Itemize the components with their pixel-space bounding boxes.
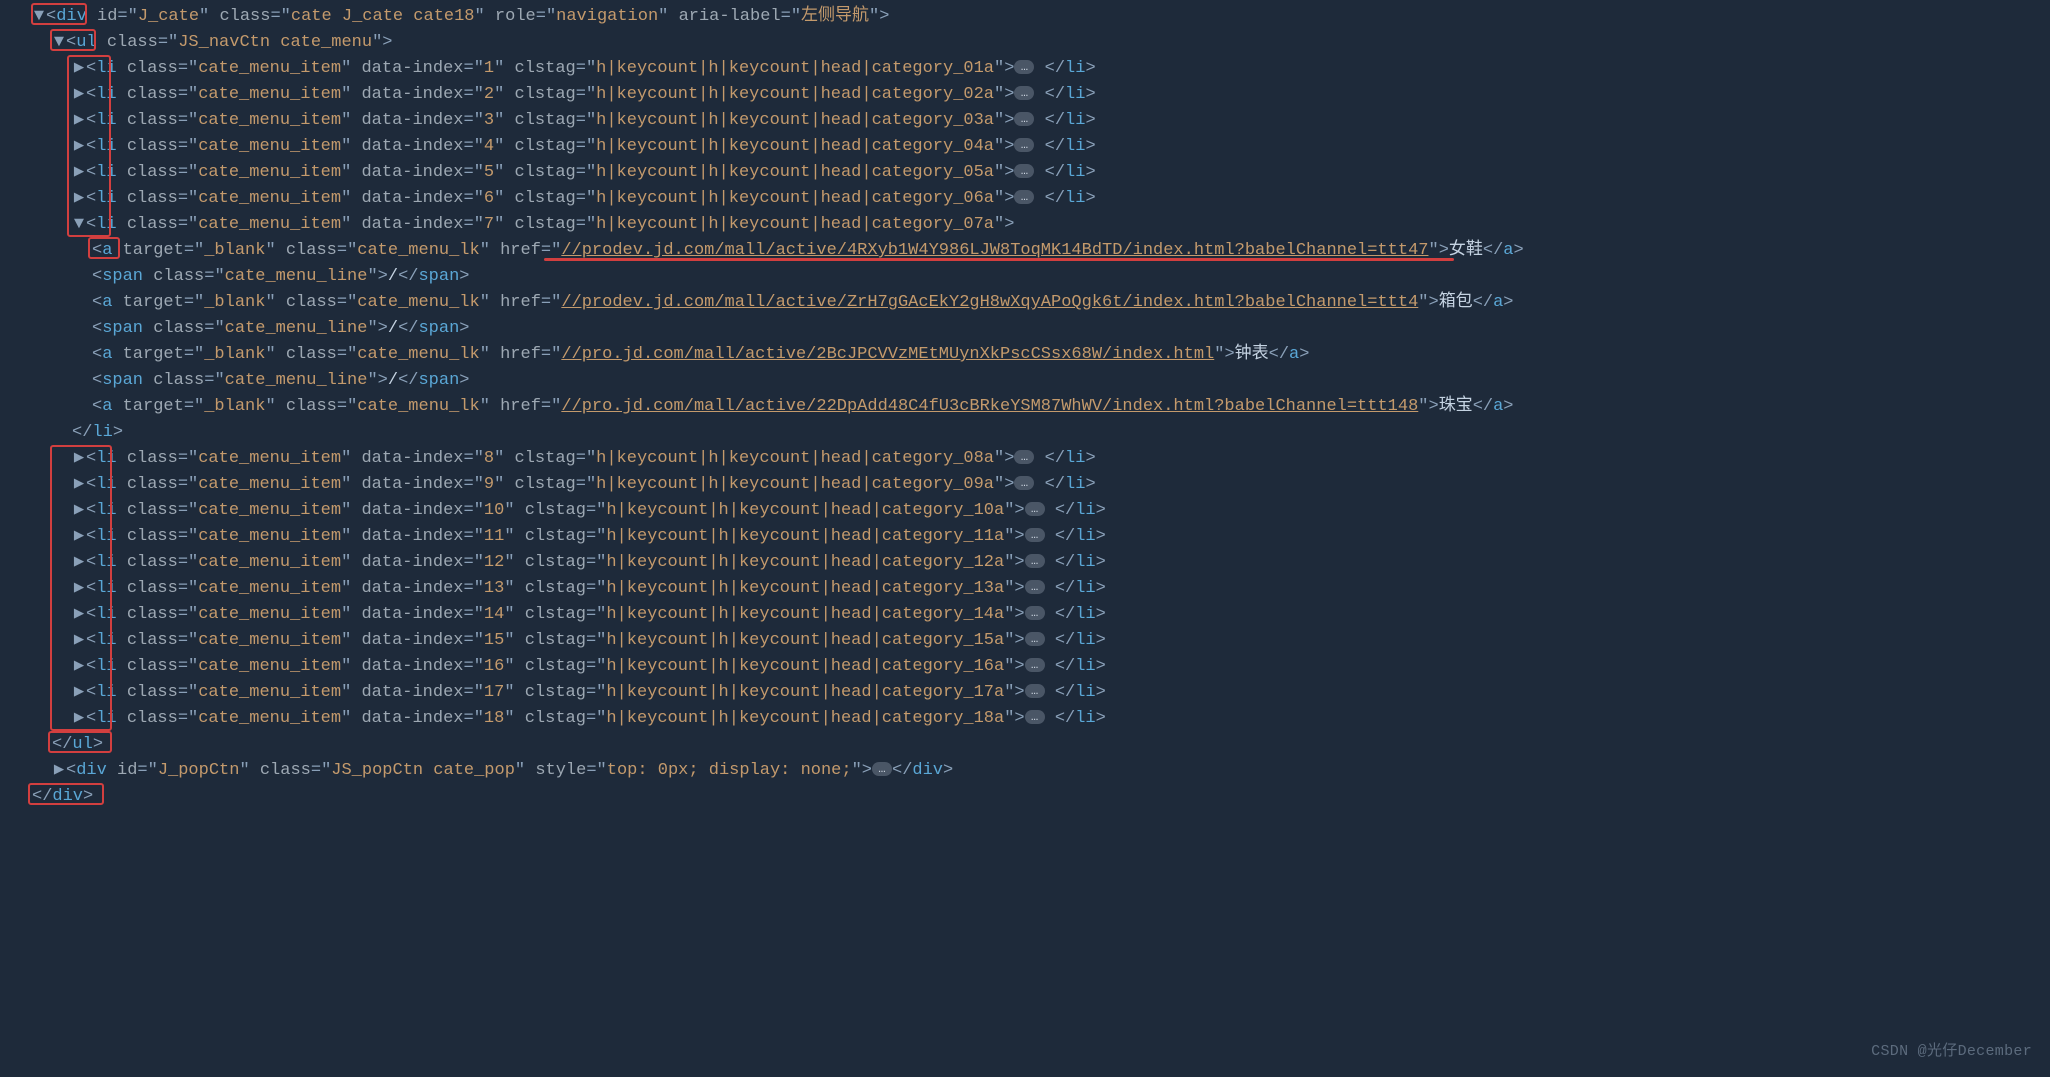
caret-right-icon[interactable]: ▶	[72, 56, 86, 82]
li-item-14[interactable]: ▶<li class="cate_menu_item" data-index="…	[12, 602, 2050, 628]
ellipsis-icon[interactable]: …	[1014, 86, 1034, 100]
caret-right-icon[interactable]: ▶	[72, 706, 86, 732]
li-item-17[interactable]: ▶<li class="cate_menu_item" data-index="…	[12, 680, 2050, 706]
caret-right-icon[interactable]: ▶	[72, 446, 86, 472]
ellipsis-icon[interactable]: …	[872, 762, 892, 776]
ellipsis-icon[interactable]: …	[1025, 632, 1045, 646]
caret-right-icon[interactable]: ▶	[72, 628, 86, 654]
ellipsis-icon[interactable]: …	[1014, 190, 1034, 204]
caret-right-icon[interactable]: ▶	[72, 498, 86, 524]
ellipsis-icon[interactable]: …	[1025, 554, 1045, 568]
li-item-8[interactable]: ▶<li class="cate_menu_item" data-index="…	[12, 446, 2050, 472]
li-item-2[interactable]: ▶<li class="cate_menu_item" data-index="…	[12, 82, 2050, 108]
li-item-7-close[interactable]: </li>	[12, 420, 2050, 446]
caret-down-icon[interactable]: ▼	[52, 30, 66, 56]
anchor-钟表[interactable]: <a target="_blank" class="cate_menu_lk" …	[12, 342, 2050, 368]
ellipsis-icon[interactable]: …	[1025, 606, 1045, 620]
li-item-7[interactable]: ▼<li class="cate_menu_item" data-index="…	[12, 212, 2050, 238]
li-item-6[interactable]: ▶<li class="cate_menu_item" data-index="…	[12, 186, 2050, 212]
caret-right-icon[interactable]: ▶	[52, 758, 66, 784]
ul-open[interactable]: ▼<ul class="JS_navCtn cate_menu">	[12, 30, 2050, 56]
watermark: CSDN @光仔December	[1871, 1039, 2032, 1065]
caret-right-icon[interactable]: ▶	[72, 550, 86, 576]
ellipsis-icon[interactable]: …	[1014, 60, 1034, 74]
li-item-16[interactable]: ▶<li class="cate_menu_item" data-index="…	[12, 654, 2050, 680]
caret-right-icon[interactable]: ▶	[72, 654, 86, 680]
caret-right-icon[interactable]: ▶	[72, 602, 86, 628]
li-item-9[interactable]: ▶<li class="cate_menu_item" data-index="…	[12, 472, 2050, 498]
caret-right-icon[interactable]: ▶	[72, 680, 86, 706]
ellipsis-icon[interactable]: …	[1014, 450, 1034, 464]
caret-right-icon[interactable]: ▶	[72, 472, 86, 498]
li-item-5[interactable]: ▶<li class="cate_menu_item" data-index="…	[12, 160, 2050, 186]
anchor-珠宝[interactable]: <a target="_blank" class="cate_menu_lk" …	[12, 394, 2050, 420]
caret-right-icon[interactable]: ▶	[72, 134, 86, 160]
caret-right-icon[interactable]: ▶	[72, 524, 86, 550]
ellipsis-icon[interactable]: …	[1014, 112, 1034, 126]
li-item-12[interactable]: ▶<li class="cate_menu_item" data-index="…	[12, 550, 2050, 576]
caret-right-icon[interactable]: ▶	[72, 82, 86, 108]
ellipsis-icon[interactable]: …	[1025, 528, 1045, 542]
top-div-open[interactable]: ▼<div id="J_cate" class="cate J_cate cat…	[12, 4, 2050, 30]
caret-right-icon[interactable]: ▶	[72, 160, 86, 186]
ellipsis-icon[interactable]: …	[1025, 580, 1045, 594]
caret-down-icon[interactable]: ▼	[72, 212, 86, 238]
caret-right-icon[interactable]: ▶	[72, 186, 86, 212]
span-separator[interactable]: <span class="cate_menu_line">/</span>	[12, 316, 2050, 342]
li-item-18[interactable]: ▶<li class="cate_menu_item" data-index="…	[12, 706, 2050, 732]
li-item-15[interactable]: ▶<li class="cate_menu_item" data-index="…	[12, 628, 2050, 654]
span-separator[interactable]: <span class="cate_menu_line">/</span>	[12, 264, 2050, 290]
caret-down-icon[interactable]: ▼	[32, 4, 46, 30]
li-item-13[interactable]: ▶<li class="cate_menu_item" data-index="…	[12, 576, 2050, 602]
caret-right-icon[interactable]: ▶	[72, 108, 86, 134]
span-separator[interactable]: <span class="cate_menu_line">/</span>	[12, 368, 2050, 394]
ellipsis-icon[interactable]: …	[1025, 710, 1045, 724]
pop-div[interactable]: ▶<div id="J_popCtn" class="JS_popCtn cat…	[12, 758, 2050, 784]
ellipsis-icon[interactable]: …	[1025, 658, 1045, 672]
caret-right-icon[interactable]: ▶	[72, 576, 86, 602]
ellipsis-icon[interactable]: …	[1025, 684, 1045, 698]
ellipsis-icon[interactable]: …	[1014, 476, 1034, 490]
ellipsis-icon[interactable]: …	[1025, 502, 1045, 516]
ul-close[interactable]: </ul>	[12, 732, 2050, 758]
li-item-1[interactable]: ▶<li class="cate_menu_item" data-index="…	[12, 56, 2050, 82]
ellipsis-icon[interactable]: …	[1014, 164, 1034, 178]
anchor-箱包[interactable]: <a target="_blank" class="cate_menu_lk" …	[12, 290, 2050, 316]
top-div-close[interactable]: </div>	[12, 784, 2050, 810]
li-item-11[interactable]: ▶<li class="cate_menu_item" data-index="…	[12, 524, 2050, 550]
ellipsis-icon[interactable]: …	[1014, 138, 1034, 152]
li-item-3[interactable]: ▶<li class="cate_menu_item" data-index="…	[12, 108, 2050, 134]
anchor-女鞋[interactable]: <a target="_blank" class="cate_menu_lk" …	[12, 238, 2050, 264]
li-item-10[interactable]: ▶<li class="cate_menu_item" data-index="…	[12, 498, 2050, 524]
li-item-4[interactable]: ▶<li class="cate_menu_item" data-index="…	[12, 134, 2050, 160]
